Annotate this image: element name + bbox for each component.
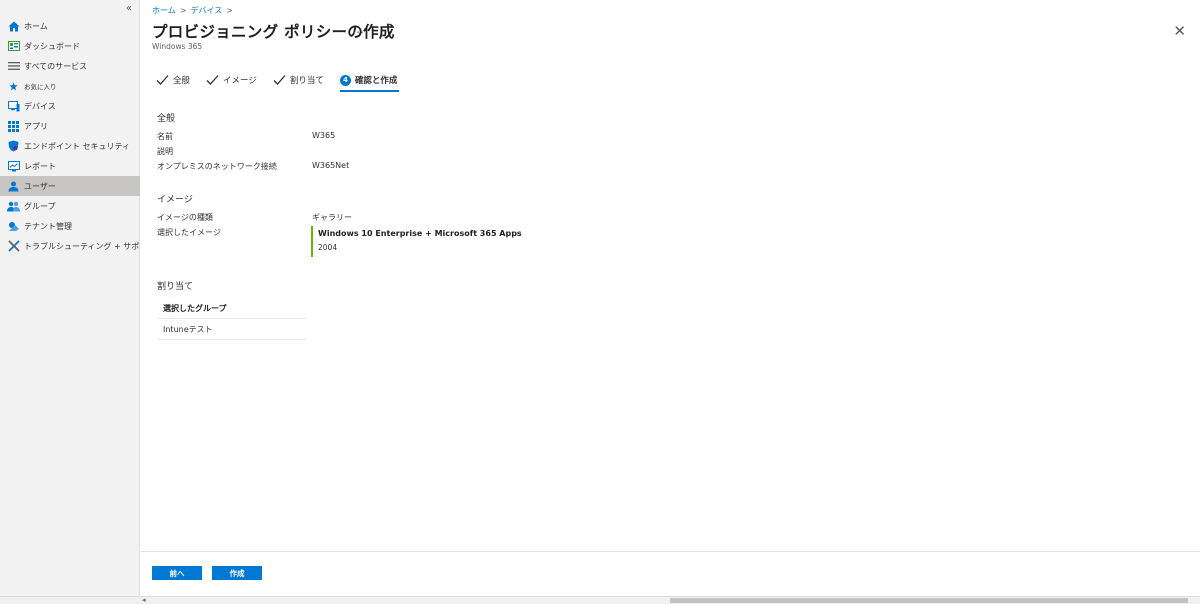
- sidebar-item-label: テナント管理: [24, 221, 72, 231]
- section-title-image: イメージ: [157, 195, 193, 205]
- sidebar-item-home[interactable]: ホーム: [0, 16, 140, 36]
- page-subtitle: Windows 365: [152, 42, 203, 51]
- sidebar-item-endpoint-security[interactable]: エンドポイント セキュリティ: [0, 136, 140, 156]
- name-label: 名前: [157, 132, 173, 141]
- tab-assignments[interactable]: 割り当て: [273, 70, 324, 90]
- horizontal-scrollbar[interactable]: ◂: [0, 596, 1200, 604]
- scrollbar-thumb[interactable]: [670, 598, 1188, 603]
- nav-list: ホーム ダッシュボード すべてのサービス お気に入り デバイス アプリ エンドポ…: [0, 16, 140, 256]
- breadcrumb: ホーム > デバイス >: [152, 5, 237, 16]
- sidebar-item-devices[interactable]: デバイス: [0, 96, 140, 116]
- group-icon: [7, 200, 20, 212]
- image-type-value: ギャラリー: [312, 213, 352, 222]
- sidebar-item-label: お気に入り: [24, 83, 57, 91]
- sidebar-item-label: すべてのサービス: [24, 61, 88, 71]
- sidebar-item-reports[interactable]: レポート: [0, 156, 140, 176]
- more-options-button[interactable]: …: [352, 22, 364, 36]
- selected-image-version: 2004: [318, 243, 338, 252]
- breadcrumb-separator: >: [226, 6, 233, 15]
- checkmark-icon: [273, 75, 286, 85]
- tenant-icon: [7, 220, 20, 232]
- groups-table: 選択したグループ Intuneテスト: [157, 298, 307, 340]
- collapse-sidebar-button[interactable]: «: [126, 3, 132, 14]
- sidebar-item-favorites[interactable]: お気に入り: [0, 76, 140, 96]
- breadcrumb-home-link[interactable]: ホーム: [152, 6, 176, 15]
- left-nav-sidebar: « ホーム ダッシュボード すべてのサービス お気に入り デバイス アプリ エン…: [0, 0, 140, 596]
- sidebar-item-all-services[interactable]: すべてのサービス: [0, 56, 140, 76]
- breadcrumb-separator: >: [179, 6, 187, 15]
- device-icon: [7, 100, 20, 112]
- step-label: 全般: [173, 76, 191, 86]
- sidebar-item-label: レポート: [24, 161, 56, 171]
- sidebar-item-label: トラブルシューティング + サポート: [24, 241, 140, 251]
- report-icon: [7, 160, 20, 172]
- checkmark-icon: [156, 75, 169, 85]
- create-button[interactable]: 作成: [212, 566, 262, 580]
- tab-review-create[interactable]: 4 確認と作成: [339, 70, 399, 92]
- sidebar-item-troubleshooting[interactable]: トラブルシューティング + サポート: [0, 236, 140, 256]
- table-header: 選択したグループ: [157, 298, 307, 319]
- name-value: W365: [312, 131, 336, 140]
- wizard-steps: 全般 イメージ 割り当て 4 確認と作成: [156, 70, 413, 92]
- checkmark-icon: [206, 75, 219, 85]
- sidebar-item-label: デバイス: [24, 101, 56, 111]
- sidebar-item-users[interactable]: ユーザー: [0, 176, 140, 196]
- user-icon: [7, 180, 20, 192]
- network-connection-value: W365Net: [312, 161, 350, 170]
- table-row: Intuneテスト: [157, 319, 307, 340]
- tools-icon: [7, 240, 20, 252]
- home-icon: [7, 20, 20, 32]
- selected-image-name: Windows 10 Enterprise + Microsoft 365 Ap…: [318, 229, 522, 238]
- star-icon: [7, 80, 20, 92]
- sidebar-item-label: アプリ: [24, 121, 48, 131]
- step-number-badge: 4: [339, 74, 351, 86]
- step-label: イメージ: [223, 76, 257, 86]
- close-button[interactable]: ✕: [1173, 24, 1186, 39]
- breadcrumb-devices-link[interactable]: デバイス: [190, 6, 222, 15]
- image-type-label: イメージの種類: [157, 213, 213, 222]
- shield-icon: [7, 140, 20, 152]
- sidebar-item-label: ダッシュボード: [24, 41, 80, 51]
- list-icon: [7, 60, 20, 72]
- tab-image[interactable]: イメージ: [206, 70, 257, 90]
- scroll-left-arrow-icon[interactable]: ◂: [142, 597, 146, 604]
- selected-image-label: 選択したイメージ: [157, 228, 221, 237]
- apps-grid-icon: [7, 120, 20, 132]
- network-connection-label: オンプレミスのネットワーク接続: [157, 162, 277, 171]
- sidebar-item-label: ホーム: [24, 21, 48, 31]
- main-blade: ホーム > デバイス > プロビジョニング ポリシーの作成 … Windows 365…: [141, 0, 1200, 596]
- section-title-general: 全般: [157, 114, 176, 124]
- tab-general[interactable]: 全般: [156, 70, 190, 90]
- dashboard-icon: [7, 40, 20, 52]
- section-title-assignments: 割り当て: [157, 282, 194, 292]
- wizard-footer: 前へ 作成: [141, 551, 1200, 596]
- selected-image-card: Windows 10 Enterprise + Microsoft 365 Ap…: [311, 226, 522, 257]
- sidebar-item-label: グループ: [24, 201, 56, 211]
- step-label: 確認と作成: [354, 76, 398, 86]
- sidebar-item-groups[interactable]: グループ: [0, 196, 140, 216]
- sidebar-item-apps[interactable]: アプリ: [0, 116, 140, 136]
- sidebar-item-label: ユーザー: [24, 181, 56, 191]
- sidebar-item-label: エンドポイント セキュリティ: [24, 141, 131, 151]
- sidebar-item-tenant-admin[interactable]: テナント管理: [0, 216, 140, 236]
- previous-button[interactable]: 前へ: [152, 566, 202, 580]
- description-label: 説明: [157, 147, 173, 156]
- sidebar-item-dashboard[interactable]: ダッシュボード: [0, 36, 140, 56]
- step-label: 割り当て: [289, 76, 324, 86]
